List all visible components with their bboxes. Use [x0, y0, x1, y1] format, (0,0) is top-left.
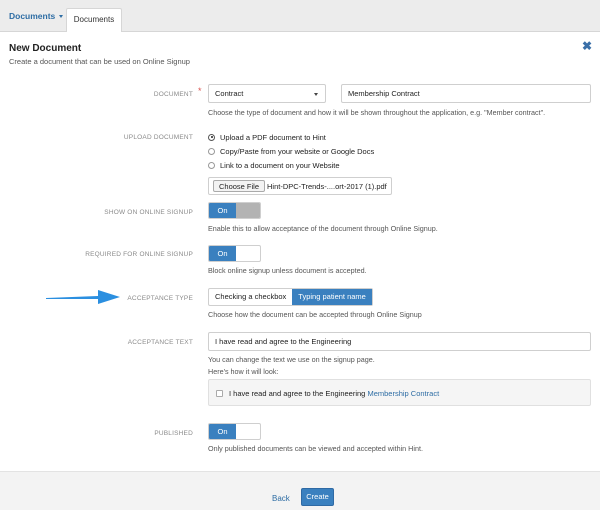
close-icon[interactable]: ✖ [582, 39, 592, 53]
acceptance-preview: I have read and agree to the Engineering… [208, 379, 591, 406]
upload-document-label: UPLOAD DOCUMENT [123, 134, 193, 141]
upload-option-label: Link to a document on your Website [220, 161, 340, 170]
document-label: DOCUMENT [153, 91, 193, 98]
tab-documents[interactable]: Documents [66, 8, 122, 33]
toggle-on-label: On [209, 246, 236, 261]
show-online-label: SHOW ON ONLINE SIGNUP [104, 209, 193, 216]
acceptance-type-selector: Checking a checkbox Typing patient name [208, 288, 373, 306]
page-subtitle: Create a document that can be used on On… [9, 57, 190, 66]
acceptance-text-value: I have read and agree to the Engineering [215, 337, 352, 346]
required-marker: * [198, 86, 202, 96]
upload-option-pdf[interactable]: Upload a PDF document to Hint [208, 133, 326, 142]
published-help: Only published documents can be viewed a… [208, 444, 423, 453]
preview-text-main: I have read and agree to the Engineering [229, 389, 366, 398]
upload-option-label: Copy/Paste from your website or Google D… [220, 147, 375, 156]
acceptance-option-checkbox[interactable]: Checking a checkbox [209, 289, 292, 305]
page-title: New Document [9, 43, 82, 54]
document-type-select[interactable]: Contract [208, 84, 326, 103]
acceptance-text-input[interactable]: I have read and agree to the Engineering [208, 332, 591, 351]
file-input: Choose File Hint-DPC-Trends-....ort-2017… [208, 177, 392, 195]
acceptance-preview-caption: Here's how it will look: [208, 367, 279, 376]
document-name-input[interactable]: Membership Contract [341, 84, 591, 103]
toggle-on-label: On [209, 424, 236, 439]
choose-file-button[interactable]: Choose File [213, 180, 266, 192]
radio-icon [208, 147, 215, 155]
upload-option-label: Upload a PDF document to Hint [220, 133, 326, 142]
published-label: PUBLISHED [154, 430, 193, 437]
arrow-right-icon [46, 290, 120, 304]
required-online-help: Block online signup unless document is a… [208, 266, 367, 275]
acceptance-type-help: Choose how the document can be accepted … [208, 310, 422, 319]
acceptance-type-label: ACCEPTANCE TYPE [127, 295, 193, 302]
document-help: Choose the type of document and how it w… [208, 108, 546, 117]
acceptance-text-help: You can change the text we use on the si… [208, 355, 375, 364]
radio-selected-icon [208, 133, 215, 141]
create-button[interactable]: Create [301, 488, 334, 506]
back-link[interactable]: Back [272, 494, 290, 503]
chevron-down-icon [314, 93, 318, 96]
acceptance-text-label: ACCEPTANCE TEXT [127, 339, 193, 346]
document-type-value: Contract [215, 89, 244, 98]
preview-text: I have read and agree to the Engineering… [229, 389, 439, 398]
show-online-toggle[interactable]: On [208, 202, 261, 219]
documents-dropdown-label: Documents [9, 11, 56, 21]
caret-down-icon [59, 15, 64, 19]
tab-bar: Documents Documents [0, 0, 600, 33]
acceptance-option-typing-name[interactable]: Typing patient name [292, 289, 372, 305]
upload-option-link[interactable]: Link to a document on your Website [208, 161, 340, 170]
document-name-value: Membership Contract [348, 89, 420, 98]
documents-dropdown-tab[interactable]: Documents [9, 11, 64, 21]
toggle-track [236, 203, 260, 218]
membership-contract-link[interactable]: Membership Contract [367, 389, 439, 398]
show-online-help: Enable this to allow acceptance of the d… [208, 224, 438, 233]
published-toggle[interactable]: On [208, 423, 261, 440]
upload-option-copy-paste[interactable]: Copy/Paste from your website or Google D… [208, 147, 374, 156]
required-online-label: REQUIRED FOR ONLINE SIGNUP [85, 251, 193, 258]
checkbox-icon[interactable] [216, 390, 223, 397]
toggle-on-label: On [209, 203, 236, 218]
file-name: Hint-DPC-Trends-....ort-2017 (1).pdf [267, 182, 387, 191]
radio-icon [208, 161, 215, 169]
required-online-toggle[interactable]: On [208, 245, 261, 262]
